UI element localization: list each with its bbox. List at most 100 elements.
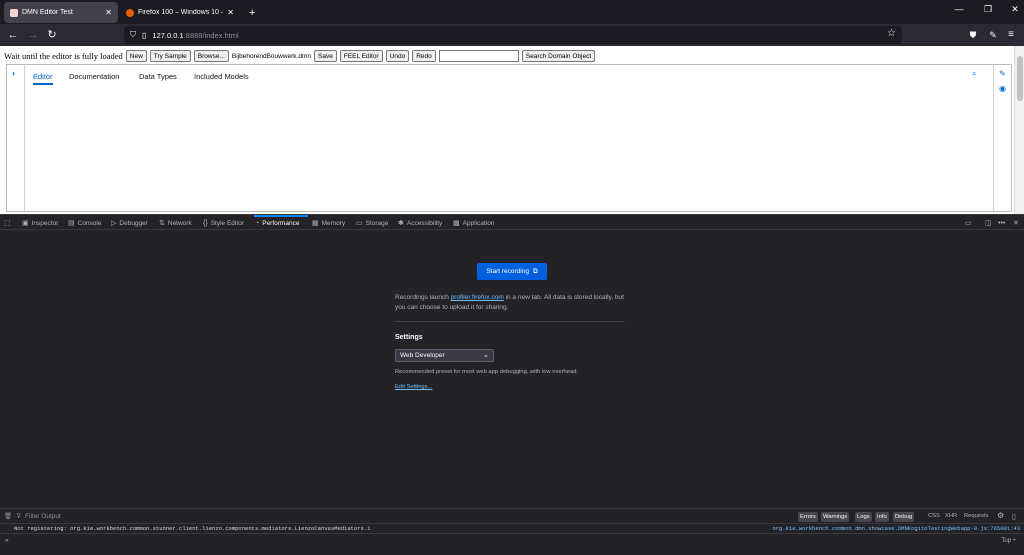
console-toolbar: 🗑 ⊽ Filter Output Errors Warnings Logs I… xyxy=(0,508,1024,524)
filter-info-button[interactable]: Info xyxy=(875,512,889,522)
filter-errors-button[interactable]: Errors xyxy=(798,512,818,522)
start-recording-button[interactable]: Start recording ⧉ xyxy=(477,263,547,280)
tab-label: Memory xyxy=(321,219,346,227)
reload-icon[interactable]: ↻ xyxy=(45,28,59,42)
style-editor-icon: {} xyxy=(203,219,208,227)
preset-select[interactable]: Web Developer ⌄ xyxy=(395,349,494,362)
editor-right-rail: ✎ ◉ xyxy=(993,65,1011,211)
tab-application[interactable]: ▩ Application xyxy=(453,217,494,229)
page-content: Wait until the editor is fully loaded Ne… xyxy=(0,46,1024,214)
network-icon: ⇅ xyxy=(159,220,165,227)
storage-icon: ▭ xyxy=(356,220,363,227)
filter-logs-button[interactable]: Logs xyxy=(855,512,872,522)
filter-requests-button[interactable]: Requests xyxy=(964,513,989,519)
console-context-selector[interactable]: Top ÷ xyxy=(1001,538,1016,544)
preview-eye-icon[interactable]: ◉ xyxy=(999,84,1006,93)
trash-icon[interactable]: 🗑 xyxy=(4,512,12,520)
filter-warnings-button[interactable]: Warnings xyxy=(821,512,850,522)
tab-documentation[interactable]: Documentation xyxy=(69,72,119,81)
preset-description: Recommended preset for most web app debu… xyxy=(395,369,579,375)
expand-palette-chevron-icon[interactable]: › xyxy=(12,68,15,78)
console-input[interactable]: » Top ÷ xyxy=(0,534,1024,555)
search-domain-object-button[interactable]: Search Domain Object xyxy=(521,50,596,62)
console-message-source-link[interactable]: org.kie.workbench.common.dmn.showcase.DM… xyxy=(772,525,1020,532)
feel-editor-button[interactable]: FEEL Editor xyxy=(339,50,383,62)
edit-properties-icon[interactable]: ✎ xyxy=(999,69,1006,78)
launch-text-pre: Recordings launch xyxy=(395,294,451,301)
filter-output-input[interactable]: 🗑 ⊽ Filter Output xyxy=(4,512,61,521)
console-settings-gear-icon[interactable]: ⚙ xyxy=(997,511,1004,520)
extensions-wrench-icon[interactable]: ✎ xyxy=(986,28,1000,42)
tab-inspector[interactable]: ▣ Inspector xyxy=(22,217,58,229)
filter-xhr-button[interactable]: XHR xyxy=(945,513,957,519)
address-bar[interactable]: ⛉ ▯ 127.0.0.1:8888/index.html ☆ xyxy=(124,26,902,44)
tab-label: Accessibility xyxy=(406,219,443,227)
url-host: 127.0.0.1 xyxy=(152,30,184,40)
close-window-icon[interactable]: ✕ xyxy=(1008,4,1022,15)
redo-button[interactable]: Redo xyxy=(412,50,436,62)
close-tab-icon[interactable]: ✕ xyxy=(105,8,112,17)
browser-tab-firefox-100[interactable]: Firefox 100 – Windows 10 – 4/2: ✕ xyxy=(120,2,240,23)
tab-label: Performance xyxy=(262,219,300,227)
console-icon: ▤ xyxy=(68,220,75,227)
page-icon: ▯ xyxy=(142,30,147,40)
browse-button[interactable]: Browse... xyxy=(193,50,229,62)
tab-memory[interactable]: ▦ Memory xyxy=(312,217,345,229)
domain-object-search-input[interactable] xyxy=(438,50,519,62)
bookmark-star-icon[interactable]: ☆ xyxy=(887,28,896,39)
save-button[interactable]: Save xyxy=(314,50,337,62)
minimize-icon[interactable]: — xyxy=(952,4,966,14)
hamburger-menu-icon[interactable]: ≡ xyxy=(1004,28,1018,42)
scrollbar-thumb[interactable] xyxy=(1017,56,1023,101)
tab-label: Storage xyxy=(365,219,389,227)
new-button[interactable]: New xyxy=(125,50,147,62)
split-console-icon[interactable]: ▯ xyxy=(1012,513,1016,521)
dmn-editor-panel: › Editor Documentation Data Types Includ… xyxy=(6,64,1012,212)
filter-debug-button[interactable]: Debug xyxy=(893,512,915,522)
page-scrollbar[interactable] xyxy=(1014,46,1024,214)
firefox-favicon-icon xyxy=(126,8,134,17)
tab-title: Firefox 100 – Windows 10 – 4/2: xyxy=(138,9,223,16)
filter-placeholder: Filter Output xyxy=(25,512,61,520)
tab-label: Console xyxy=(77,219,102,227)
filter-css-button[interactable]: CSS xyxy=(928,513,940,519)
tab-accessibility[interactable]: ✱ Accessibility xyxy=(398,217,442,229)
tab-included-models[interactable]: Included Models xyxy=(194,72,249,81)
tab-console[interactable]: ▤ Console xyxy=(68,217,101,229)
performance-panel: Start recording ⧉ Recordings launch prof… xyxy=(0,230,1024,508)
editor-left-rail: › xyxy=(7,65,25,211)
pick-element-icon[interactable]: ⬚ xyxy=(4,217,11,229)
tab-title: DMN Editor Test xyxy=(22,9,73,16)
try-sample-button[interactable]: Try Sample xyxy=(149,50,191,62)
browser-tab-dmn-editor[interactable]: DMN Editor Test ✕ xyxy=(4,2,118,23)
tab-performance[interactable]: ◔ Performance xyxy=(255,217,299,229)
tab-style-editor[interactable]: {} Style Editor xyxy=(203,217,244,229)
start-recording-label: Start recording xyxy=(486,268,529,275)
tab-editor[interactable]: Editor xyxy=(33,72,53,81)
debugger-icon: ▷ xyxy=(111,220,117,227)
new-tab-button[interactable]: + xyxy=(243,2,259,23)
search-icon[interactable]: ⌕ xyxy=(972,69,976,79)
application-icon: ▩ xyxy=(453,220,460,227)
tab-data-types[interactable]: Data Types xyxy=(139,72,177,81)
dock-side-icon[interactable]: ◫ xyxy=(985,217,992,229)
pocket-icon[interactable]: ⛊ xyxy=(966,28,980,42)
more-options-icon[interactable]: ••• xyxy=(998,217,1005,229)
edit-settings-link[interactable]: Edit Settings... xyxy=(395,384,432,390)
undo-button[interactable]: Undo xyxy=(385,50,410,62)
back-icon[interactable]: ← xyxy=(6,28,20,42)
profiler-link[interactable]: profiler.firefox.com xyxy=(451,294,504,301)
page-favicon-icon xyxy=(10,8,18,17)
restore-icon[interactable]: ❐ xyxy=(981,4,995,15)
site-info-shield-icon[interactable]: ⛉ xyxy=(130,30,136,40)
filter-icon: ⊽ xyxy=(16,513,22,520)
tab-network[interactable]: ⇅ Network xyxy=(159,217,192,229)
tab-label: Inspector xyxy=(31,219,59,227)
tab-storage[interactable]: ▭ Storage xyxy=(356,217,388,229)
close-tab-icon[interactable]: ✕ xyxy=(227,8,234,17)
forward-icon[interactable]: → xyxy=(26,28,40,42)
file-name: BijbehorendBouwwerk.dmn xyxy=(231,52,312,60)
responsive-mode-icon[interactable]: ▭ xyxy=(965,217,972,229)
close-devtools-icon[interactable]: ✕ xyxy=(1013,217,1019,229)
tab-debugger[interactable]: ▷ Debugger xyxy=(111,217,148,229)
